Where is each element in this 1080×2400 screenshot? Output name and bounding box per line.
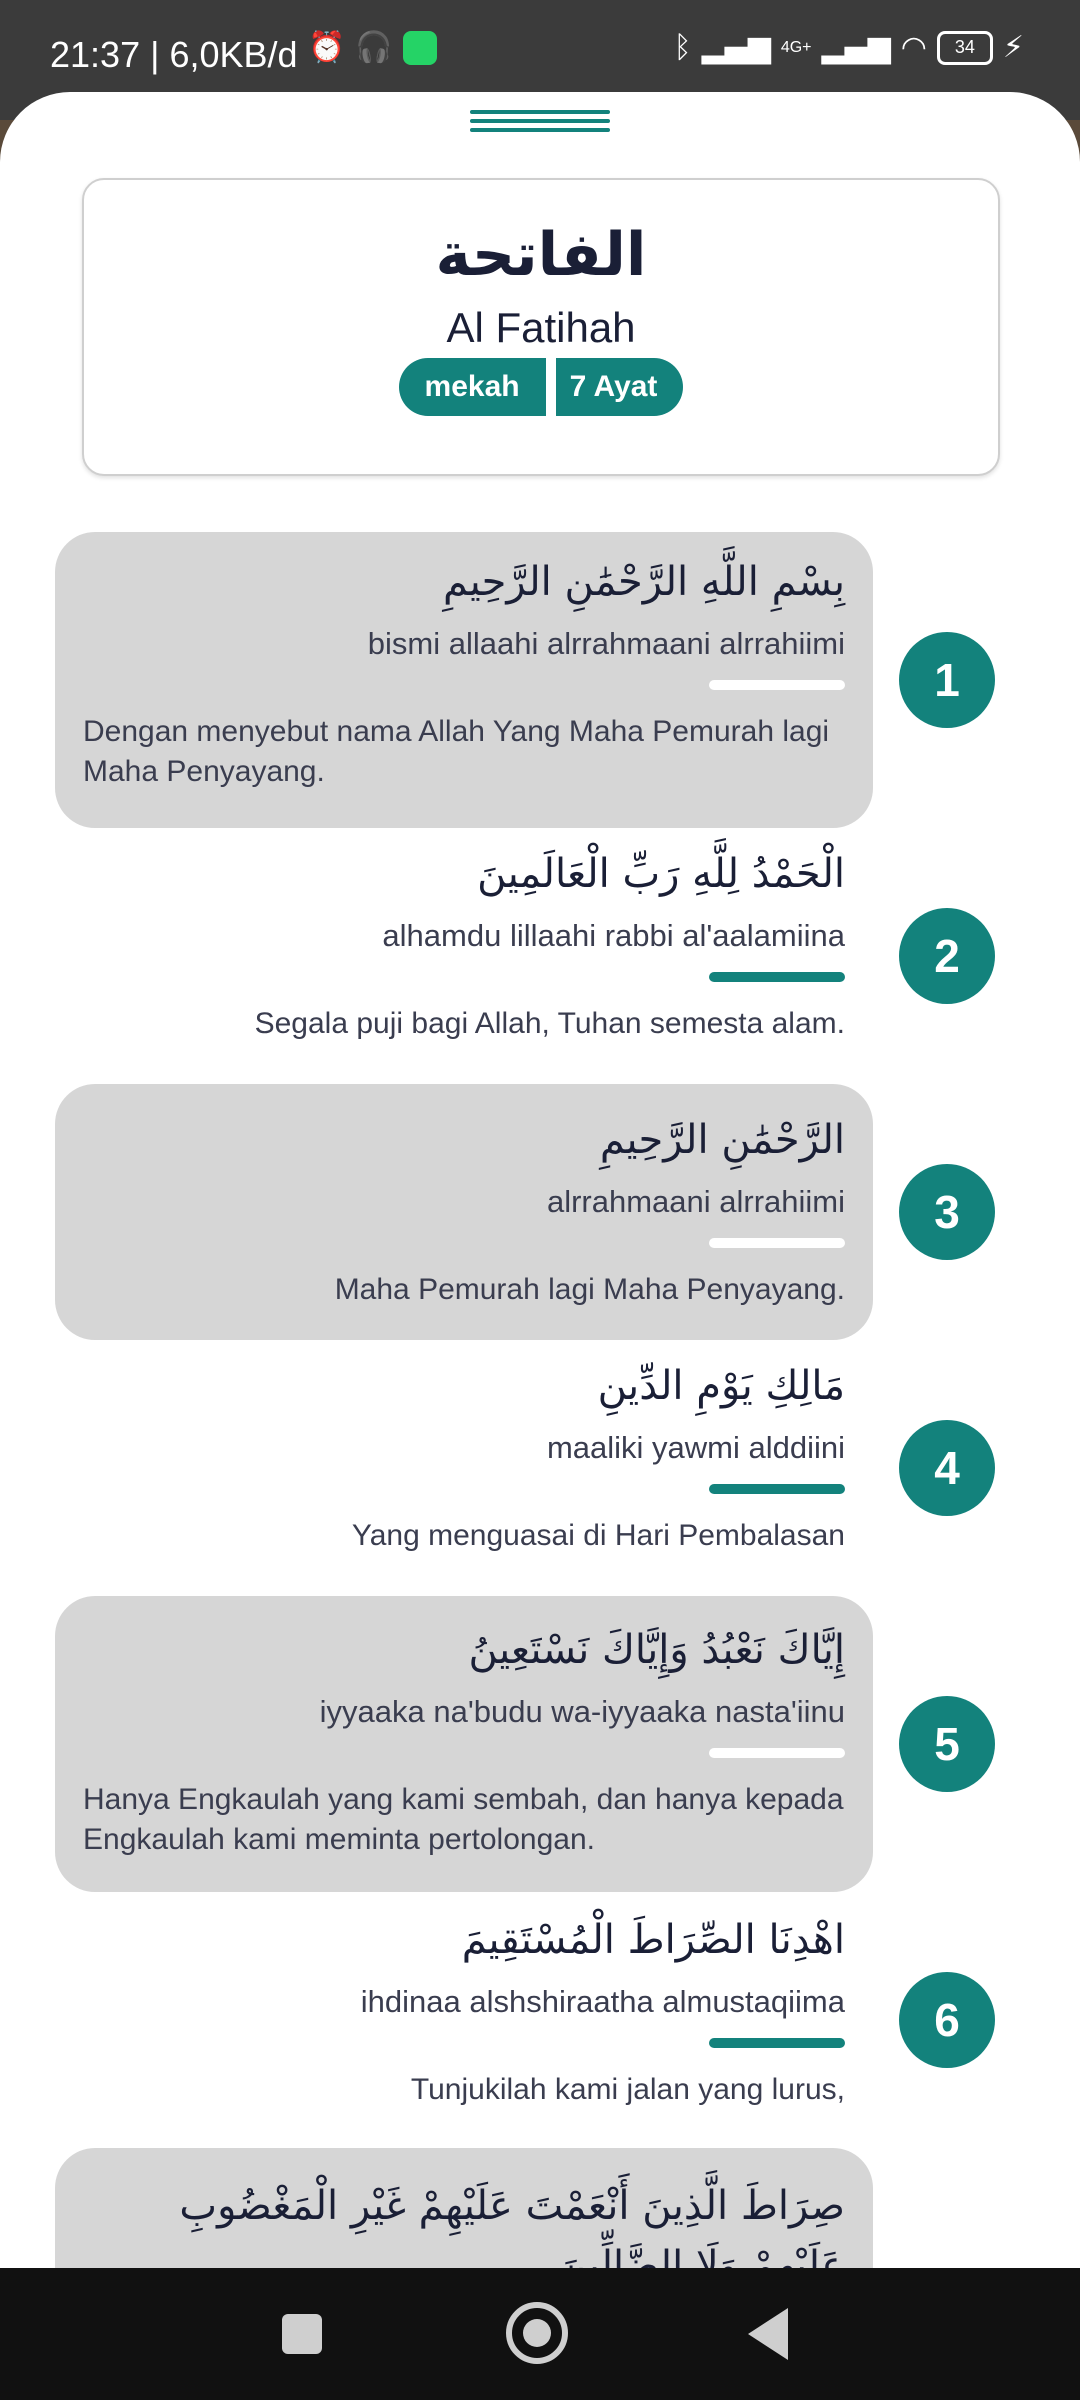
ayah-row[interactable]: إِيَّاكَ نَعْبُدُ وَإِيَّاكَ نَسْتَعِينُ…: [55, 1596, 873, 1892]
ayah-arabic: بِسْمِ اللَّهِ الرَّحْمَٰنِ الرَّحِيمِ: [442, 559, 845, 605]
whatsapp-icon: [402, 30, 437, 65]
navigation-bar: [0, 2268, 1080, 2400]
ayah-number-badge: 3: [899, 1164, 995, 1260]
place-badge: mekah: [398, 358, 546, 416]
ayah-row[interactable]: بِسْمِ اللَّهِ الرَّحْمَٰنِ الرَّحِيمِ b…: [55, 532, 873, 828]
ayah-number-badge: 2: [899, 908, 995, 1004]
ayah-latin: bismi allaahi alrrahmaani alrrahiimi: [367, 626, 845, 661]
ayah-progress-bar: [709, 1484, 845, 1494]
charging-icon: ⚡: [1002, 30, 1024, 65]
ayah-arabic: اهْدِنَا الصِّرَاطَ الْمُسْتَقِيمَ: [461, 1917, 845, 1963]
ayat-count-badge: 7 Ayat: [555, 358, 684, 416]
ayah-number-badge: 4: [899, 1420, 995, 1516]
battery-icon: 34: [936, 30, 993, 65]
ayah-arabic: إِيَّاكَ نَعْبُدُ وَإِيَّاكَ نَسْتَعِينُ: [468, 1627, 845, 1673]
ayah-arabic: مَالِكِ يَوْمِ الدِّينِ: [597, 1363, 845, 1409]
signal-icon: ▂▄▆: [701, 30, 771, 65]
ayah-number-badge: 1: [899, 632, 995, 728]
surah-sheet: الفاتحة Al Fatihah mekah 7 Ayat بِسْمِ ا…: [0, 92, 1080, 2268]
ayah-latin: ihdinaa alshshiraatha almustaqiima: [360, 1984, 845, 2019]
status-right-icons: ᛒ ▂▄▆ 4G+ ▂▄▆ ◠ 34 ⚡: [674, 30, 1024, 65]
ayah-translation: Tunjukilah kami jalan yang lurus,: [410, 2073, 845, 2106]
ayah-row[interactable]: صِرَاطَ الَّذِينَ أَنْعَمْتَ عَلَيْهِمْ …: [55, 2148, 873, 2268]
recents-icon[interactable]: [282, 2314, 322, 2354]
wifi-icon: ◠: [900, 30, 927, 65]
headphones-icon: 🎧: [355, 30, 393, 65]
ayah-translation: Hanya Engkaulah yang kami sembah, dan ha…: [83, 1783, 844, 1856]
ayah-arabic: صِرَاطَ الَّذِينَ أَنْعَمْتَ عَلَيْهِمْ …: [179, 2183, 845, 2268]
home-icon[interactable]: [506, 2302, 568, 2364]
ayah-progress-bar: [709, 1238, 845, 1248]
ayah-number-badge: 6: [899, 1972, 995, 2068]
status-time: 21:37 | 6,0KB/d: [50, 34, 298, 75]
surah-header-card: الفاتحة Al Fatihah mekah 7 Ayat: [82, 178, 1000, 476]
ayah-translation: Yang menguasai di Hari Pembalasan: [351, 1519, 845, 1552]
status-left-icons: ⏰ 🎧: [308, 30, 437, 65]
ayah-row[interactable]: الرَّحْمَٰنِ الرَّحِيمِ alrrahmaani alrr…: [55, 1084, 873, 1340]
ayah-progress-bar: [709, 2038, 845, 2048]
ayah-arabic: الْحَمْدُ لِلَّهِ رَبِّ الْعَالَمِينَ: [477, 851, 845, 897]
ayah-translation: Dengan menyebut nama Allah Yang Maha Pem…: [83, 715, 830, 788]
ayah-latin: iyyaaka na'budu wa-iyyaaka nasta'iinu: [319, 1694, 845, 1729]
network-type: 4G+: [780, 38, 812, 56]
surah-badges: mekah 7 Ayat: [84, 358, 998, 416]
ayah-latin: alrrahmaani alrrahiimi: [546, 1184, 845, 1219]
signal-icon: ▂▄▆: [821, 30, 891, 65]
ayah-translation: Maha Pemurah lagi Maha Penyayang.: [334, 1273, 845, 1306]
surah-arabic-name: الفاتحة: [435, 220, 647, 290]
ayah-progress-bar: [709, 972, 845, 982]
ayah-progress-bar: [709, 1748, 845, 1758]
ayah-number-badge: 5: [899, 1696, 995, 1792]
ayah-arabic: الرَّحْمَٰنِ الرَّحِيمِ: [599, 1117, 845, 1163]
back-icon[interactable]: [748, 2308, 788, 2360]
drag-handle[interactable]: [470, 110, 610, 132]
ayah-progress-bar: [709, 680, 845, 690]
surah-latin-name: Al Fatihah: [446, 304, 636, 351]
alarm-icon: ⏰: [308, 30, 346, 65]
ayah-latin: maaliki yawmi alddiini: [546, 1430, 845, 1465]
bluetooth-icon: ᛒ: [673, 30, 692, 65]
ayah-translation: Segala puji bagi Allah, Tuhan semesta al…: [254, 1007, 845, 1040]
ayah-latin: alhamdu lillaahi rabbi al'aalamiina: [382, 918, 845, 953]
